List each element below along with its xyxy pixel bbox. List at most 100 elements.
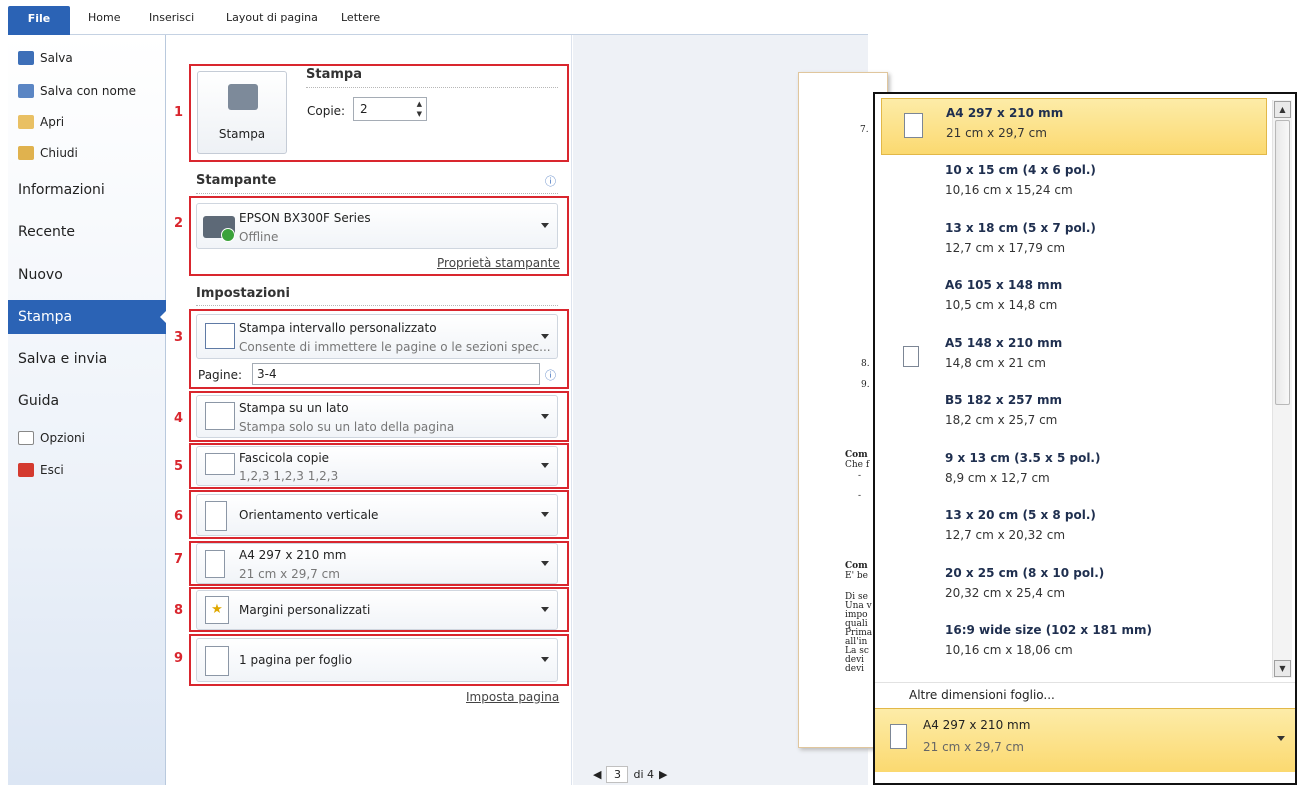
paper-option[interactable]: 20 x 25 cm (8 x 10 pol.) 20,32 cm x 25,4…	[881, 559, 1267, 616]
preview-text: Che f	[845, 460, 870, 470]
preview-text: -	[858, 491, 862, 501]
paper-size-dropdown[interactable]: A4 297 x 210 mm 21 cm x 29,7 cm	[196, 543, 558, 584]
portrait-icon	[205, 501, 227, 531]
pages-input[interactable]: 3-4	[252, 363, 540, 385]
tab-lettere[interactable]: Lettere	[341, 11, 380, 24]
nav-opzioni[interactable]: Opzioni	[8, 427, 85, 449]
callout-5: 5	[174, 459, 184, 474]
nav-apri-label: Apri	[40, 115, 65, 129]
custom-margins-icon: ★	[205, 596, 229, 624]
backstage-nav: Salva Salva con nome Apri Chiudi Informa…	[8, 35, 167, 785]
nav-apri[interactable]: Apri	[8, 111, 64, 133]
paper-size-desc: 21 cm x 29,7 cm	[239, 567, 340, 581]
nav-salva-con-nome[interactable]: Salva con nome	[8, 80, 136, 102]
pages-value: 3-4	[257, 367, 277, 381]
page-count: di 4	[633, 768, 655, 781]
nav-salva-label: Salva	[40, 51, 73, 65]
paper-icon	[904, 113, 923, 138]
more-paper-sizes-link[interactable]: Altre dimensioni foglio...	[909, 688, 1055, 702]
print-button-label: Stampa	[218, 127, 266, 141]
info-icon[interactable]: ⓘ	[545, 173, 556, 189]
divider	[306, 87, 558, 88]
nav-esci[interactable]: Esci	[8, 459, 64, 481]
page-range-icon	[205, 323, 235, 349]
paper-size-selector[interactable]: A4 297 x 210 mm 21 cm x 29,7 cm	[875, 708, 1295, 772]
collate-dropdown[interactable]: Fascicola copie 1,2,3 1,2,3 1,2,3	[196, 446, 558, 486]
printer-status: Offline	[239, 230, 279, 244]
orientation-dropdown[interactable]: Orientamento verticale	[196, 494, 558, 536]
nav-salva-e-invia[interactable]: Salva e invia	[8, 342, 166, 376]
paper-option[interactable]: B5 182 x 257 mm 18,2 cm x 25,7 cm	[881, 386, 1267, 443]
paper-option-sub: 12,7 cm x 17,79 cm	[945, 241, 1066, 255]
next-page-icon[interactable]: ▶	[659, 768, 667, 781]
tab-home[interactable]: Home	[88, 11, 120, 24]
paper-option-sub: 18,2 cm x 25,7 cm	[945, 413, 1058, 427]
paper-option-title: 20 x 25 cm (8 x 10 pol.)	[945, 566, 1105, 580]
paper-option[interactable]: A5 148 x 210 mm 14,8 cm x 21 cm	[881, 329, 1267, 386]
close-folder-icon	[18, 146, 34, 160]
save-as-icon	[18, 84, 34, 98]
selected-size-title: A4 297 x 210 mm	[923, 718, 1031, 732]
nav-informazioni[interactable]: Informazioni	[8, 173, 166, 207]
paper-option[interactable]: 13 x 18 cm (5 x 7 pol.) 12,7 cm x 17,79 …	[881, 214, 1267, 271]
chevron-down-icon	[541, 413, 549, 419]
info-icon[interactable]: ⓘ	[545, 367, 556, 383]
nav-salva-con-nome-label: Salva con nome	[40, 84, 136, 98]
paper-option[interactable]: 13 x 20 cm (5 x 8 pol.) 12,7 cm x 20,32 …	[881, 501, 1267, 558]
preview-text: Com	[845, 450, 868, 460]
paper-option[interactable]: 16:9 wide size (102 x 181 mm) 10,16 cm x…	[881, 616, 1267, 673]
chevron-down-icon	[541, 607, 549, 612]
paper-option-sub: 10,5 cm x 14,8 cm	[945, 298, 1058, 312]
printer-properties-link[interactable]: Proprietà stampante	[437, 256, 560, 270]
print-button[interactable]: Stampa	[197, 71, 287, 154]
chevron-down-icon	[541, 512, 549, 517]
nav-stampa[interactable]: Stampa	[8, 300, 167, 334]
callout-3: 3	[174, 330, 184, 345]
spinner-arrows-icon[interactable]: ▲ ▼	[417, 99, 422, 119]
pages-per-sheet-label: 1 pagina per foglio	[239, 653, 353, 667]
callout-2: 2	[174, 216, 184, 231]
paper-option-title: A5 148 x 210 mm	[945, 336, 1063, 350]
nav-recente[interactable]: Recente	[8, 215, 166, 249]
nav-salva[interactable]: Salva	[8, 47, 73, 69]
sides-desc: Stampa solo su un lato della pagina	[239, 420, 455, 434]
scroll-down-icon[interactable]: ▼	[1274, 660, 1291, 677]
pages-per-sheet-icon	[205, 646, 229, 676]
copies-spinner[interactable]: 2 ▲ ▼	[353, 97, 427, 121]
nav-guida[interactable]: Guida	[8, 384, 166, 418]
printer-dropdown[interactable]: EPSON BX300F Series Offline	[196, 203, 558, 249]
ribbon-tabs: File Home Inserisci Layout di pagina Let…	[8, 0, 868, 35]
chevron-down-icon	[1277, 736, 1285, 741]
nav-opzioni-label: Opzioni	[40, 431, 85, 445]
paper-option[interactable]: 10 x 15 cm (4 x 6 pol.) 10,16 cm x 15,24…	[881, 156, 1267, 213]
paper-option[interactable]: A4 297 x 210 mm 21 cm x 29,7 cm	[881, 98, 1267, 155]
paper-option-title: 9 x 13 cm (3.5 x 5 pol.)	[945, 451, 1101, 465]
paper-option[interactable]: 9 x 13 cm (3.5 x 5 pol.) 8,9 cm x 12,7 c…	[881, 444, 1267, 501]
paper-option-sub: 8,9 cm x 12,7 cm	[945, 471, 1050, 485]
paper-option[interactable]: A6 105 x 148 mm 10,5 cm x 14,8 cm	[881, 271, 1267, 328]
printer-icon	[228, 84, 258, 110]
divider	[875, 682, 1295, 683]
tab-layout[interactable]: Layout di pagina	[226, 11, 318, 24]
prev-page-icon[interactable]: ◀	[593, 768, 601, 781]
sides-title: Stampa su un lato	[239, 401, 349, 415]
options-icon	[18, 431, 34, 445]
scroll-up-icon[interactable]: ▲	[1274, 101, 1291, 118]
tab-inserisci[interactable]: Inserisci	[149, 11, 194, 24]
nav-chiudi[interactable]: Chiudi	[8, 142, 78, 164]
selected-size-sub: 21 cm x 29,7 cm	[923, 740, 1024, 754]
page-number-input[interactable]: 3	[606, 766, 629, 783]
pages-per-sheet-dropdown[interactable]: 1 pagina per foglio	[196, 638, 558, 682]
margins-dropdown[interactable]: ★ Margini personalizzati	[196, 590, 558, 630]
paper-size-title: A4 297 x 210 mm	[239, 548, 347, 562]
paper-option-sub: 12,7 cm x 20,32 cm	[945, 528, 1066, 542]
nav-nuovo[interactable]: Nuovo	[8, 258, 166, 292]
callout-1: 1	[174, 105, 184, 120]
popup-scrollbar[interactable]: ▲ ▼	[1272, 100, 1292, 678]
tab-file[interactable]: File	[8, 6, 70, 35]
sides-dropdown[interactable]: Stampa su un lato Stampa solo su un lato…	[196, 395, 558, 438]
page-setup-link[interactable]: Imposta pagina	[466, 690, 559, 704]
scroll-thumb[interactable]	[1275, 120, 1290, 405]
page-navigator: ◀ 3 di 4 ▶	[593, 766, 667, 783]
print-range-dropdown[interactable]: Stampa intervallo personalizzato Consent…	[196, 314, 558, 359]
